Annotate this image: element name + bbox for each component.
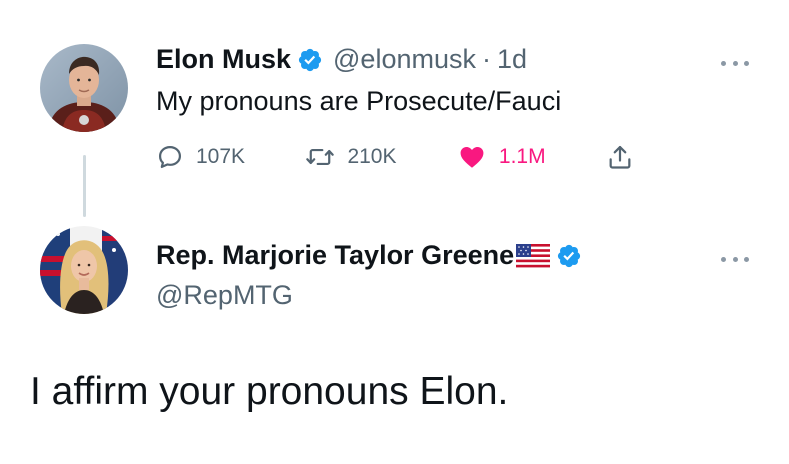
author-handle[interactable]: @RepMTG <box>156 280 293 311</box>
verified-badge-icon <box>298 48 322 71</box>
reply-button[interactable]: 107K <box>156 143 245 171</box>
like-button[interactable]: 1.1M <box>457 143 546 171</box>
avatar-image <box>40 44 128 132</box>
retweet-count: 210K <box>347 145 397 168</box>
avatar-image <box>40 226 128 314</box>
reply-icon <box>158 145 182 169</box>
reply-tweet[interactable]: Rep. Marjorie Taylor Greene @RepMTG I af <box>0 200 789 464</box>
share-button[interactable] <box>606 143 646 171</box>
tweet-actions: 107K 210K 1.1M <box>156 140 646 174</box>
reply-count: 107K <box>196 145 246 168</box>
author-handle[interactable]: @elonmusk <box>333 44 476 75</box>
verified-badge-icon <box>558 244 581 267</box>
tweet-header: Elon Musk @elonmusk · 1d <box>156 44 527 75</box>
share-icon <box>609 145 631 169</box>
avatar[interactable] <box>40 44 128 132</box>
retweet-button[interactable]: 210K <box>305 143 397 171</box>
tweet[interactable]: Elon Musk @elonmusk · 1d My pronouns are… <box>0 0 789 217</box>
tweet-text: I affirm your pronouns Elon. <box>30 370 509 413</box>
retweet-icon <box>306 148 335 166</box>
more-options-icon[interactable] <box>721 58 749 68</box>
heart-filled-icon <box>460 146 484 168</box>
tweet-timestamp[interactable]: 1d <box>497 44 527 75</box>
us-flag-icon <box>516 243 551 268</box>
like-count: 1.1M <box>498 145 546 168</box>
tweet-text: My pronouns are Prosecute/Fauci <box>156 86 562 116</box>
tweet-header: Rep. Marjorie Taylor Greene <box>156 240 582 271</box>
author-name[interactable]: Rep. Marjorie Taylor Greene <box>156 240 514 271</box>
author-name[interactable]: Elon Musk <box>156 44 291 75</box>
more-options-icon[interactable] <box>721 254 749 264</box>
separator-dot: · <box>481 44 491 74</box>
avatar[interactable] <box>40 226 128 314</box>
